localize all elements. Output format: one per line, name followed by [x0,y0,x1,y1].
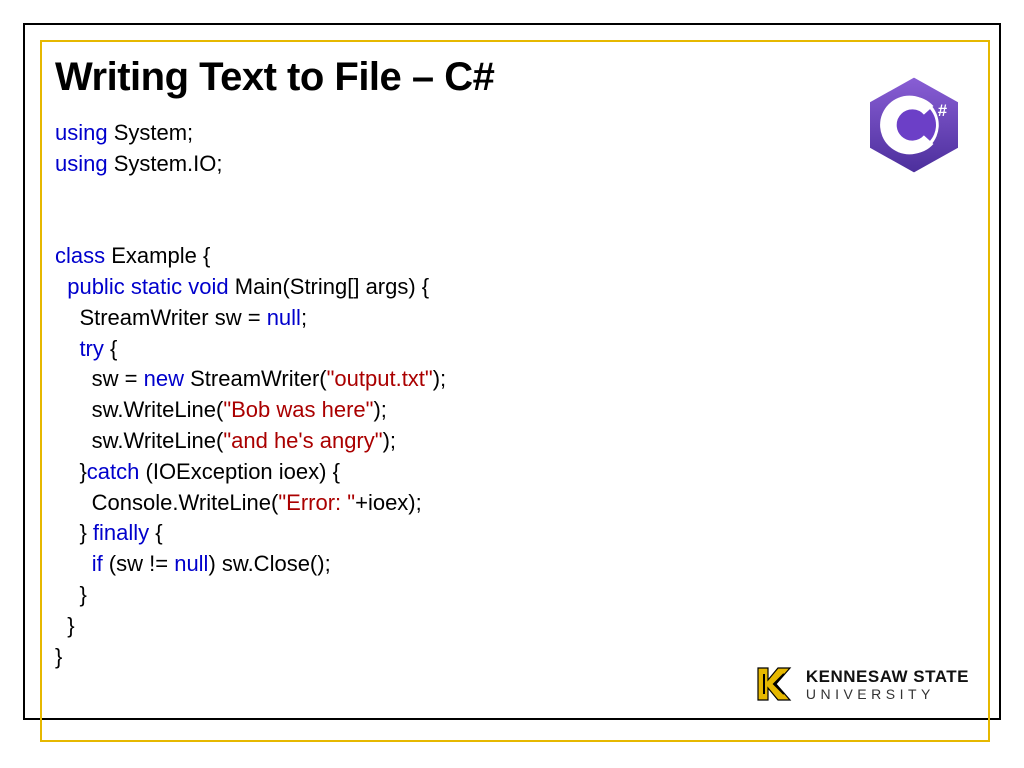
code-text: } [55,644,62,669]
keyword-using: using [55,120,108,145]
code-text: } [55,520,93,545]
keyword-class: class [55,243,105,268]
keyword-null: null [267,305,301,330]
string-literal: "output.txt" [327,366,433,391]
code-text: sw = [55,366,144,391]
keyword-finally: finally [93,520,149,545]
code-text: ; [301,305,307,330]
code-text: { [104,336,117,361]
slide-title: Writing Text to File – C# [55,55,975,100]
keyword-using: using [55,151,108,176]
slide-content: Writing Text to File – C# using System; … [55,55,975,672]
code-text: Example { [105,243,210,268]
code-text: ) sw.Close(); [208,551,330,576]
string-literal: "and he's angry" [223,428,382,453]
code-text: +ioex); [355,490,422,515]
csharp-hash-text: # [938,102,947,120]
ksu-logo: KENNESAW STATE UNIVERSITY [750,660,969,708]
ksu-subtitle: UNIVERSITY [806,687,969,701]
code-text [55,551,92,576]
code-text: Console.WriteLine( [55,490,278,515]
keyword-catch: catch [87,459,140,484]
ksu-text-block: KENNESAW STATE UNIVERSITY [806,668,969,701]
keyword-try: try [55,336,104,361]
code-text: StreamWriter sw = [55,305,267,330]
keyword-modifiers: public static void [55,274,229,299]
string-literal: "Bob was here" [223,397,373,422]
code-text: } [55,582,87,607]
ksu-name: KENNESAW STATE [806,668,969,685]
code-text: sw.WriteLine( [55,397,223,422]
keyword-if: if [92,551,103,576]
code-text: ); [433,366,446,391]
code-text: System; [108,120,194,145]
code-text: Main(String[] args) { [229,274,430,299]
code-text: (IOException ioex) { [139,459,340,484]
ksu-mark-icon [750,660,798,708]
code-text: StreamWriter( [184,366,327,391]
string-literal: "Error: " [278,490,355,515]
code-text: System.IO; [108,151,223,176]
code-text: ); [383,428,396,453]
code-text: (sw != [103,551,175,576]
keyword-new: new [144,366,184,391]
code-text: sw.WriteLine( [55,428,223,453]
keyword-null: null [174,551,208,576]
csharp-logo-icon: # [859,70,969,180]
code-text: } [55,459,87,484]
code-block: using System; using System.IO; class Exa… [55,118,975,672]
code-text: } [55,613,75,638]
code-text: { [149,520,162,545]
code-text: ); [373,397,386,422]
